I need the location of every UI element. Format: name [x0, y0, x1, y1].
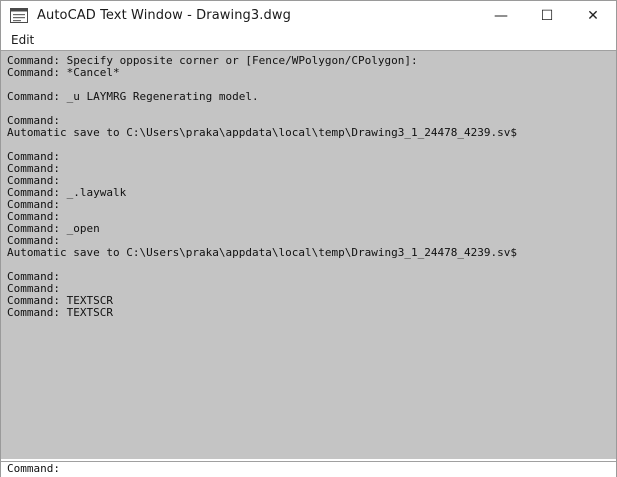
history-line: Automatic save to C:\Users\praka\appdata…	[7, 246, 517, 259]
menu-bar: Edit	[1, 30, 616, 50]
menu-item-edit[interactable]: Edit	[7, 33, 38, 47]
close-button[interactable]: ✕	[570, 1, 616, 30]
window-title: AutoCAD Text Window - Drawing3.dwg	[37, 8, 291, 23]
history-line: Command:	[7, 270, 60, 283]
history-line: Automatic save to C:\Users\praka\appdata…	[7, 126, 517, 139]
history-line: Command:	[7, 198, 60, 211]
history-line: Command:	[7, 162, 60, 175]
history-line: Command: *Cancel*	[7, 66, 120, 79]
maximize-button[interactable]: ☐	[524, 1, 570, 30]
history-line: Command:	[7, 150, 60, 163]
command-history[interactable]: Command: Specify opposite corner or [Fen…	[1, 50, 616, 459]
history-line: Command: _u LAYMRG Regenerating model.	[7, 90, 259, 103]
history-line	[7, 139, 616, 151]
history-line: Command: TEXTSCR	[7, 306, 113, 319]
history-line	[7, 103, 616, 115]
maximize-icon: ☐	[540, 7, 554, 24]
command-line-input[interactable]: Command:	[1, 461, 616, 477]
history-line	[7, 259, 616, 271]
text-window-icon	[9, 8, 29, 24]
history-line: Command: _.laywalk	[7, 186, 127, 199]
minimize-icon: —	[494, 7, 508, 24]
history-line: Command: _open	[7, 222, 100, 235]
window-controls: — ☐ ✕	[478, 1, 616, 30]
autocad-text-window: AutoCAD Text Window - Drawing3.dwg — ☐ ✕…	[0, 0, 617, 477]
close-icon: ✕	[587, 7, 599, 24]
title-bar[interactable]: AutoCAD Text Window - Drawing3.dwg — ☐ ✕	[1, 1, 616, 30]
minimize-button[interactable]: —	[478, 1, 524, 30]
